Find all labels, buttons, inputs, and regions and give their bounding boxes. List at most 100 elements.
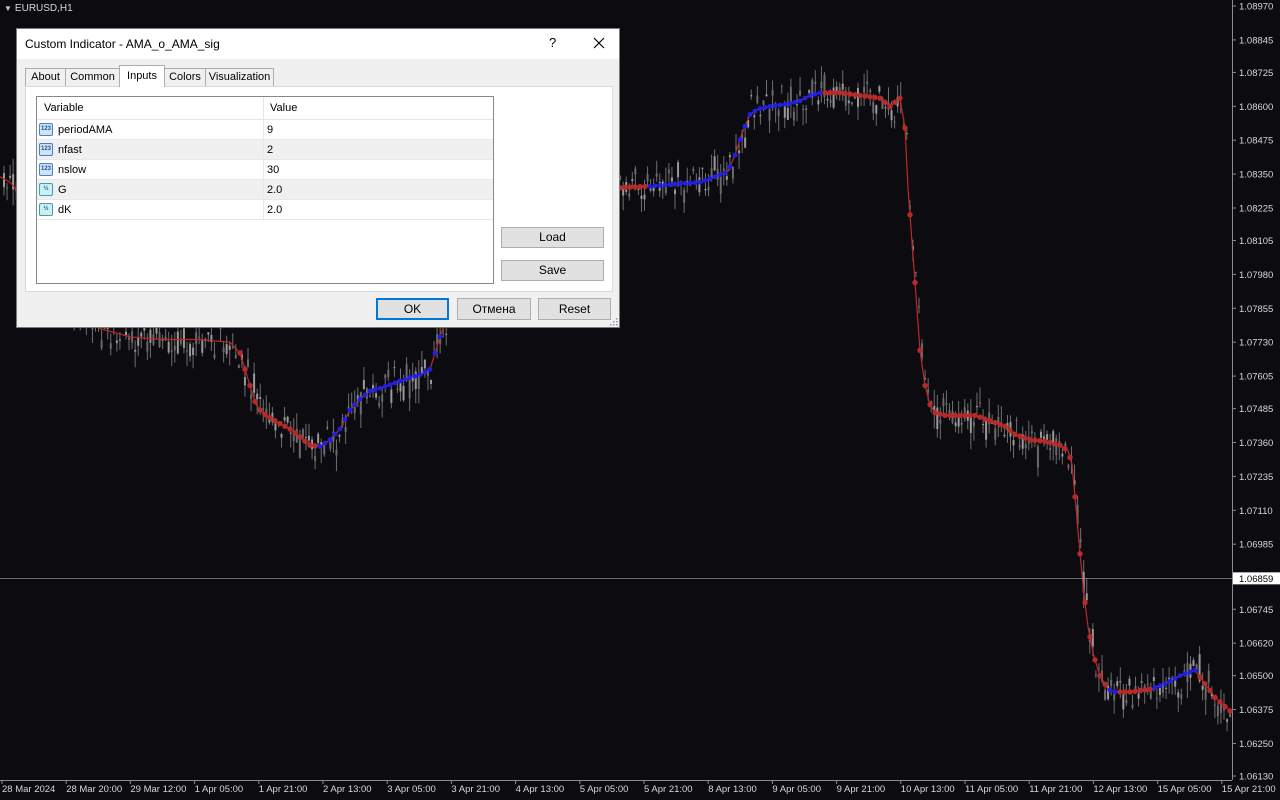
signal-dot-down — [1142, 687, 1148, 693]
custom-indicator-dialog: Custom Indicator - AMA_o_AMA_sig ? About… — [16, 28, 620, 328]
time-label: 9 Apr 05:00 — [772, 784, 821, 795]
candle-body — [765, 94, 768, 97]
candle-body — [289, 432, 292, 434]
candle-body — [179, 339, 182, 344]
price-label: 1.08600 — [1239, 102, 1273, 113]
signal-dot-up — [667, 182, 673, 187]
price-label: 1.06620 — [1239, 639, 1273, 650]
column-header-variable[interactable]: Variable — [44, 102, 84, 114]
candle-body — [1140, 681, 1143, 683]
table-row[interactable]: 123 periodAMA 9 — [37, 120, 493, 140]
candle-body — [247, 359, 249, 368]
signal-dot-down — [1207, 687, 1213, 694]
candle-body — [826, 98, 829, 101]
candle-body — [786, 107, 789, 121]
price-label: 1.07110 — [1239, 506, 1273, 517]
candle-body — [109, 343, 112, 350]
tab-colors[interactable]: Colors — [164, 68, 206, 86]
signal-dot-down — [307, 442, 313, 448]
param-value[interactable]: 2 — [267, 144, 273, 156]
signal-dot-up — [747, 112, 753, 117]
signal-dot-down — [1092, 657, 1098, 663]
ok-button[interactable]: OK — [376, 298, 449, 320]
time-label: 5 Apr 21:00 — [644, 784, 693, 795]
signal-dot-down — [832, 90, 838, 96]
load-button[interactable]: Load — [501, 227, 604, 248]
candle-body — [1085, 593, 1088, 601]
candle-body — [1030, 431, 1033, 434]
candle-body — [1128, 678, 1131, 686]
close-icon[interactable] — [587, 31, 611, 55]
candle-body — [667, 169, 670, 174]
resize-grip-icon[interactable] — [610, 318, 618, 326]
candle-body — [893, 121, 896, 123]
candle-body — [878, 86, 881, 92]
param-value[interactable]: 9 — [267, 124, 273, 136]
candle-body — [1079, 539, 1082, 543]
signal-dot-down — [937, 411, 943, 417]
candle-body — [1204, 687, 1207, 700]
candle-body — [1226, 719, 1229, 722]
signal-dot-up — [732, 152, 738, 158]
price-label: 1.06745 — [1239, 605, 1273, 616]
candle-body — [1104, 690, 1107, 700]
table-row[interactable]: ½ G 2.0 — [37, 180, 493, 200]
time-label: 3 Apr 21:00 — [451, 784, 500, 795]
signal-dot-up — [377, 385, 383, 391]
price-label: 1.06500 — [1239, 671, 1273, 682]
price-label: 1.07855 — [1239, 304, 1273, 315]
signal-dot-down — [627, 184, 633, 190]
signal-dot-up — [397, 378, 403, 384]
candle-body — [960, 423, 963, 425]
tab-inputs[interactable]: Inputs — [119, 65, 165, 87]
cancel-button[interactable]: Отмена — [457, 298, 531, 320]
candle-body — [213, 354, 216, 359]
signal-dot-up — [797, 98, 803, 104]
signal-dot-up — [722, 170, 728, 176]
candle-body — [146, 341, 149, 352]
candle-body — [128, 337, 131, 340]
candle-body — [1049, 448, 1052, 450]
candle-body — [768, 108, 771, 121]
save-button[interactable]: Save — [501, 260, 604, 281]
help-button[interactable]: ? — [549, 35, 556, 50]
candle-body — [927, 389, 930, 393]
table-row[interactable]: ½ dK 2.0 — [37, 200, 493, 220]
signal-dot-up — [417, 372, 423, 378]
candle-body — [350, 403, 353, 406]
candle-body — [140, 332, 143, 337]
signal-dot-down — [997, 421, 1003, 428]
param-value[interactable]: 2.0 — [267, 184, 282, 196]
signal-dot-down — [882, 99, 888, 105]
signal-dot-down — [277, 420, 283, 427]
tab-common[interactable]: Common — [65, 68, 120, 86]
candle-body — [308, 435, 310, 441]
candle-body — [198, 336, 201, 338]
table-row[interactable]: 123 nslow 30 — [37, 160, 493, 180]
signal-dot-down — [987, 418, 993, 424]
signal-dot-up — [762, 105, 768, 110]
reset-button[interactable]: Reset — [538, 298, 611, 320]
param-value[interactable]: 2.0 — [267, 204, 282, 216]
tab-visualization[interactable]: Visualization — [205, 68, 274, 86]
candle-body — [9, 175, 12, 178]
tab-about[interactable]: About — [25, 68, 66, 86]
candle-body — [713, 156, 716, 171]
signal-dot-up — [1187, 669, 1193, 675]
table-row[interactable]: 123 nfast 2 — [37, 140, 493, 160]
signal-dot-up — [427, 366, 433, 372]
signal-dot-down — [837, 90, 843, 96]
candle-body — [731, 167, 734, 179]
candle-body — [771, 90, 774, 96]
param-value[interactable]: 30 — [267, 164, 279, 176]
candle-body — [945, 402, 948, 405]
signal-dot-down — [1097, 672, 1103, 679]
time-label: 2 Apr 13:00 — [323, 784, 372, 795]
column-header-value[interactable]: Value — [270, 102, 297, 114]
signal-dot-up — [702, 178, 708, 183]
candle-body — [1015, 419, 1018, 421]
signal-dot-up — [737, 137, 743, 143]
candle-body — [979, 402, 981, 404]
signal-dot-up — [347, 407, 353, 413]
candle-body — [628, 193, 631, 197]
